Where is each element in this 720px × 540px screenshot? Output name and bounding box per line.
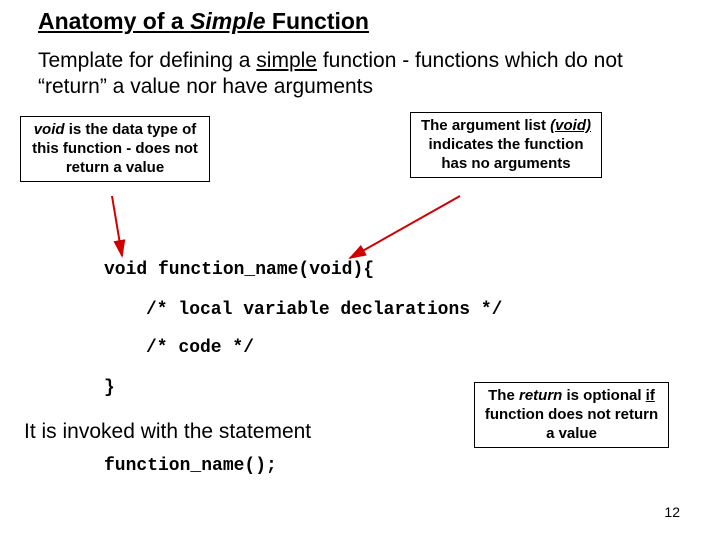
callout2-kw: (void) [550, 117, 591, 134]
code-declarations: /* local variable declarations */ [146, 300, 502, 320]
arrow-arg-list [350, 196, 460, 258]
title-pre: Anatomy of a [38, 8, 190, 34]
callout3-t1: The [488, 387, 519, 404]
callout1-kw: void [34, 121, 65, 138]
callout3-kw: return [519, 387, 562, 404]
callout-return: The return is optional if function does … [474, 382, 669, 448]
intro-text: Template for defining a simple function … [38, 48, 658, 101]
callout-void-type: void is the data type of this function -… [20, 116, 210, 182]
code-close-brace: } [104, 378, 115, 398]
callout3-t3: function does not return a value [485, 406, 658, 442]
arrow-void-type [112, 196, 122, 256]
page-number: 12 [664, 504, 680, 520]
intro-ul: simple [256, 49, 317, 72]
title-em: Simple [190, 8, 265, 34]
intro-t1: Template for defining a [38, 49, 256, 72]
code-signature: void function_name(void){ [104, 260, 374, 280]
callout-arg-list: The argument list (void) indicates the f… [410, 112, 602, 178]
callout3-t2: is optional [562, 387, 645, 404]
callout2-t1: The argument list [421, 117, 550, 134]
callout3-ul: if [646, 387, 655, 404]
title-post: Function [266, 8, 369, 34]
invoke-text: It is invoked with the statement [24, 420, 311, 444]
code-call: function_name(); [104, 456, 277, 476]
code-body: /* code */ [146, 338, 254, 358]
slide-title: Anatomy of a Simple Function [38, 8, 369, 35]
callout2-t2: indicates the function has no arguments [428, 136, 583, 172]
